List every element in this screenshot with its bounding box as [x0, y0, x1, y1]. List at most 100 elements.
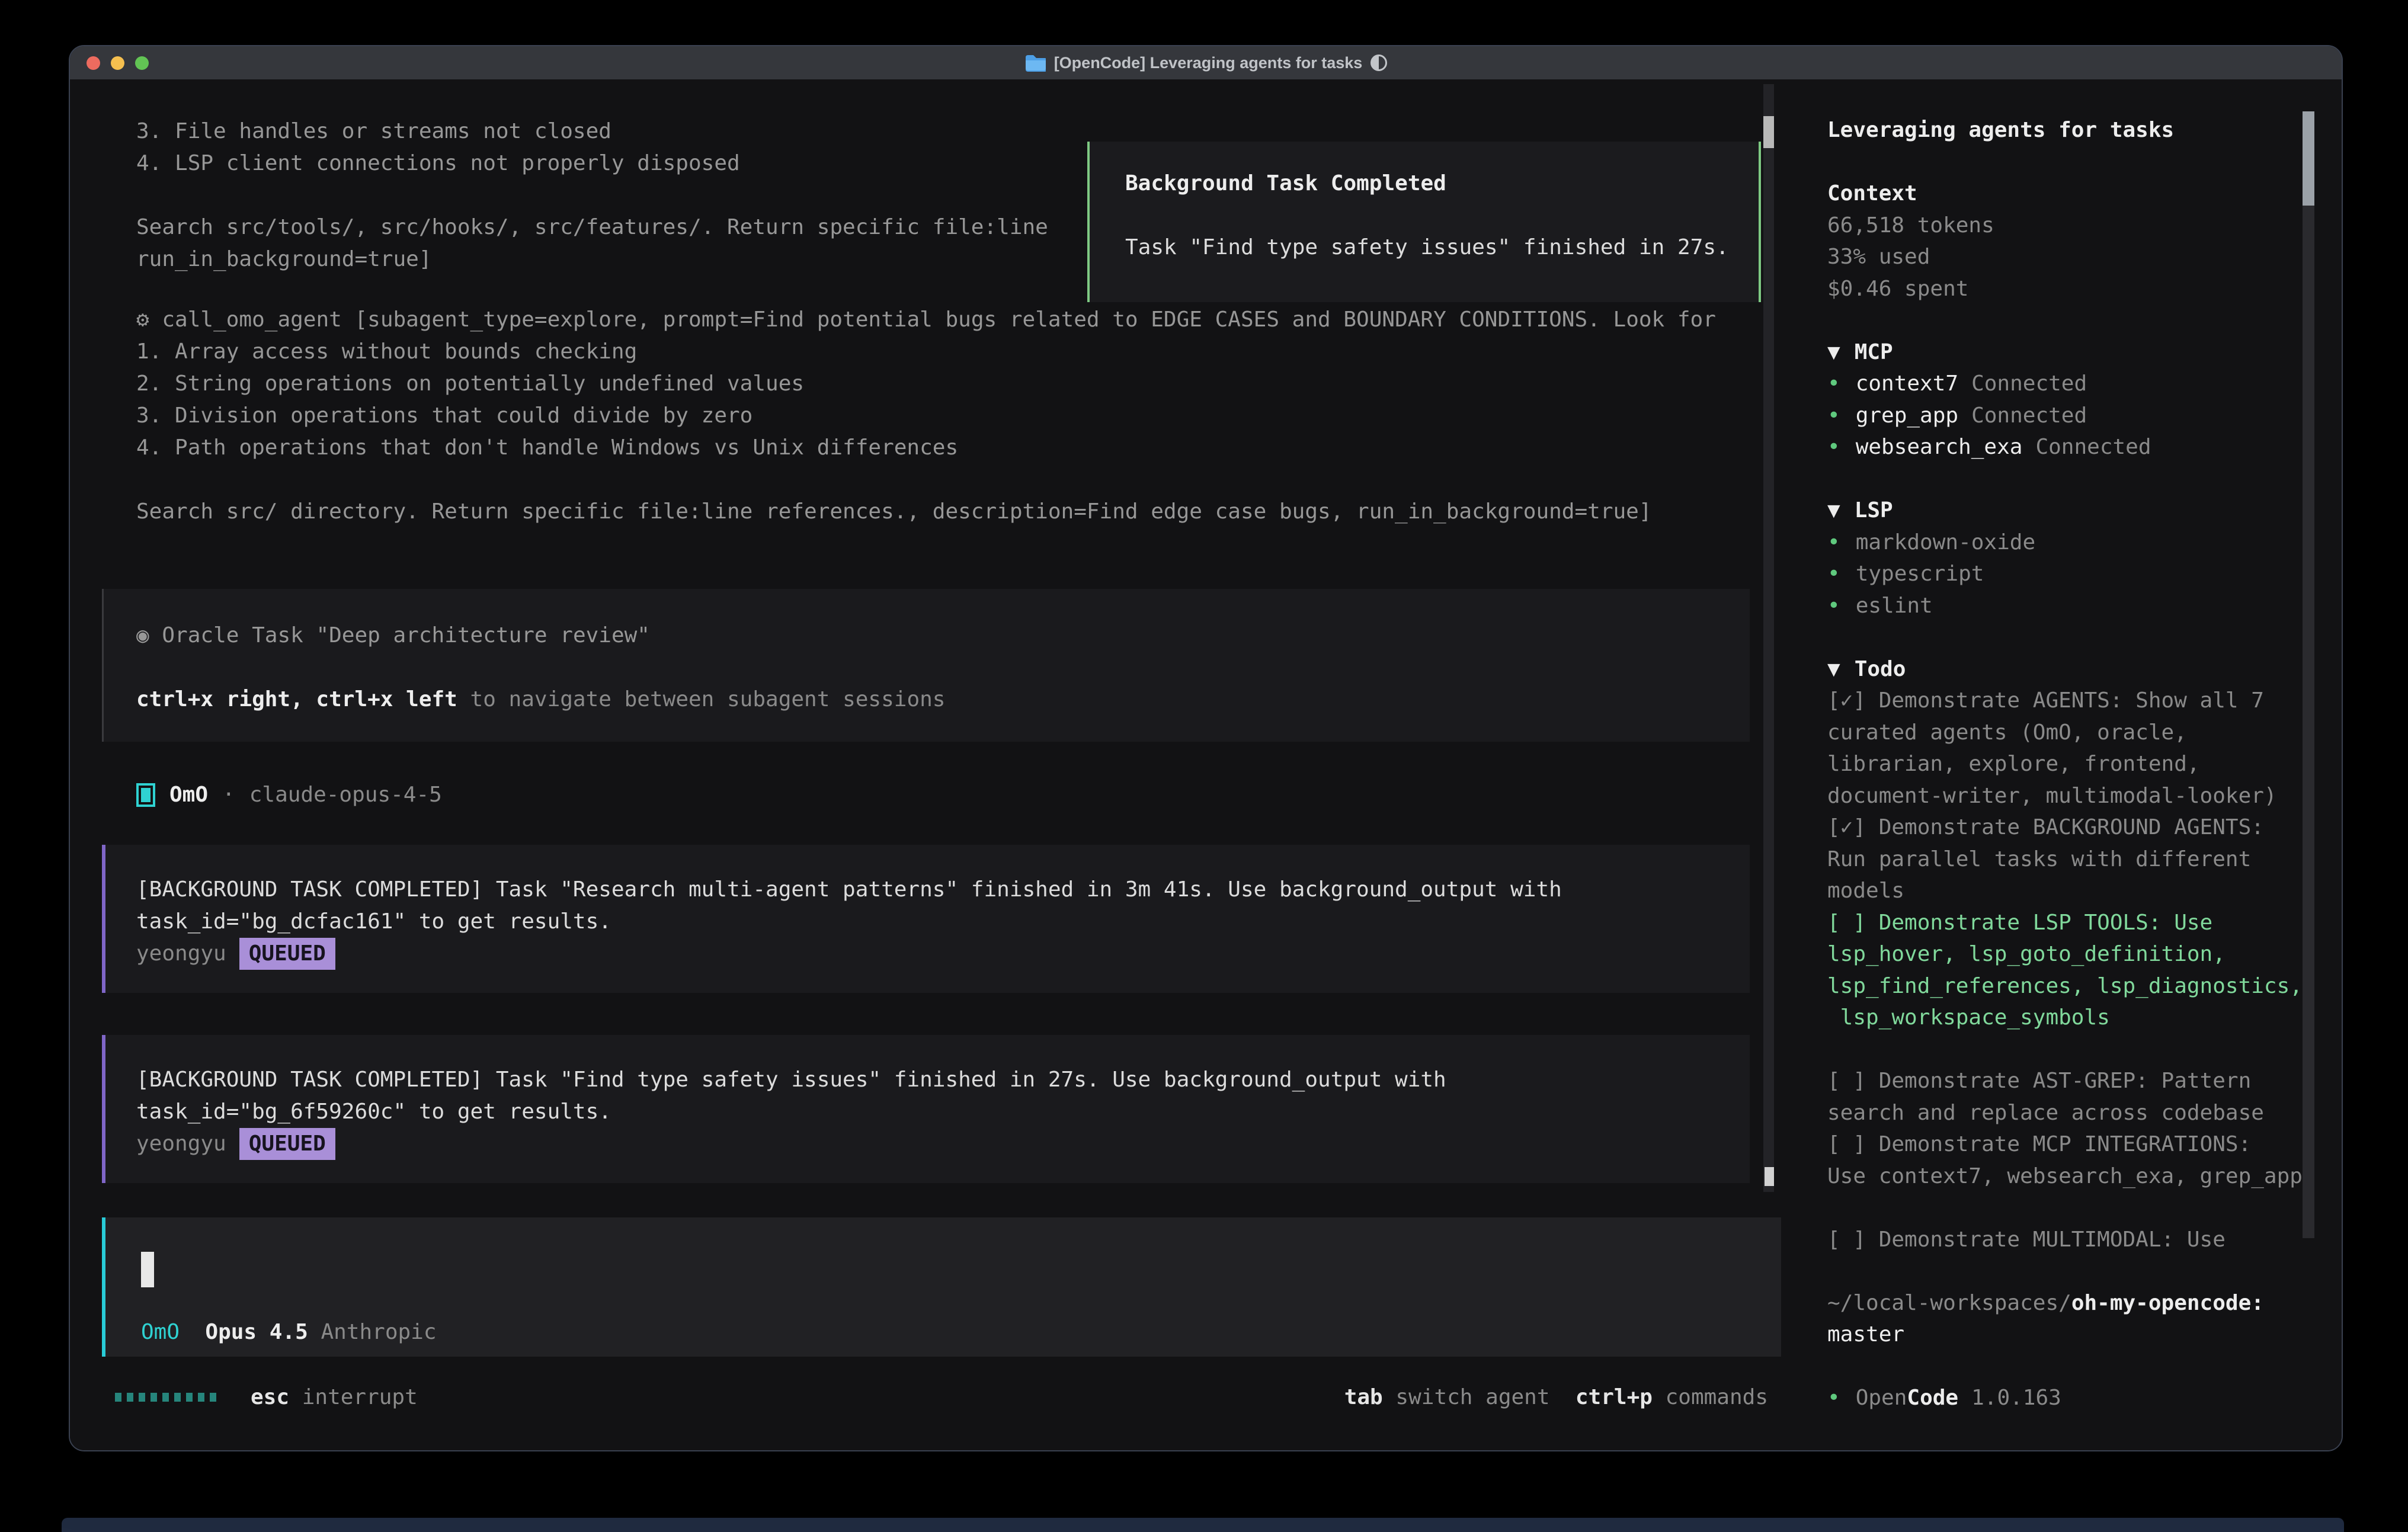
zoom-window-button[interactable]	[135, 56, 149, 70]
blank-line	[1827, 1034, 2303, 1066]
scrollback-line: run_in_background=true]	[136, 243, 1048, 275]
todo-heading: Todo	[1855, 657, 1906, 681]
message-author: yeongyu	[136, 938, 226, 970]
lsp-item-name: eslint	[1856, 594, 1933, 618]
todo-line-pending: [ ] Demonstrate AST-GREP: Pattern	[1827, 1065, 2303, 1097]
workspace-branch: master	[1827, 1319, 2303, 1351]
tab-key-label: switch agent	[1395, 1385, 1549, 1409]
separator-dot: ·	[222, 779, 235, 811]
workspace-repo: oh-my-opencode:	[2071, 1291, 2264, 1315]
main-scrollbar-position-marker[interactable]	[1765, 1167, 1774, 1186]
message-block[interactable]: [BACKGROUND TASK COMPLETED] Task "Resear…	[102, 845, 1750, 993]
tool-call-line: ⚙ call_omo_agent [subagent_type=explore,…	[136, 304, 1716, 336]
activity-dot	[127, 1393, 133, 1402]
oracle-title-line: ◉ Oracle Task "Deep architecture review"	[136, 620, 1750, 652]
lsp-item: •markdown-oxide	[1827, 527, 2303, 559]
status-badge: QUEUED	[239, 1128, 335, 1160]
main-scrollbar-thumb[interactable]	[1763, 116, 1774, 148]
window-titlebar[interactable]: [OpenCode] Leveraging agents for tasks	[70, 46, 2342, 81]
todo-line-pending: [ ] Demonstrate MULTIMODAL: Use	[1827, 1224, 2303, 1256]
oracle-title: Oracle Task "Deep architecture review"	[162, 623, 650, 648]
close-window-button[interactable]	[87, 56, 100, 70]
window-title: [OpenCode] Leveraging agents for tasks	[1054, 54, 1363, 72]
opencode-version: •OpenCode1.0.163	[1827, 1382, 2303, 1414]
blank-line	[1827, 1192, 2303, 1224]
model-selector-line[interactable]: OmO Opus 4.5 Anthropic	[141, 1316, 437, 1348]
activity-dot	[162, 1393, 169, 1402]
message-meta-row: yeongyu QUEUED	[136, 1128, 1750, 1160]
blank-line	[1125, 200, 1723, 232]
todo-line-pending: [ ] Demonstrate MCP INTEGRATIONS:	[1827, 1129, 2303, 1161]
bullet-icon: •	[1827, 435, 1840, 459]
record-icon: ◉	[136, 623, 149, 648]
esc-key-hint[interactable]: esc	[251, 1385, 289, 1409]
todo-line-done: librarian, explore, frontend,	[1827, 748, 2303, 780]
tool-call-item: 2. String operations on potentially unde…	[136, 368, 1716, 400]
status-left: esc interrupt	[115, 1385, 418, 1409]
tab-key-hint[interactable]: tab	[1344, 1385, 1383, 1409]
session-progress-icon	[1370, 55, 1387, 71]
status-badge: QUEUED	[239, 938, 335, 970]
chevron-down-icon: ▼	[1827, 498, 1840, 523]
terminal-content: 3. File handles or streams not closed 4.…	[70, 79, 2342, 1450]
prompt-input[interactable]: OmO Opus 4.5 Anthropic	[102, 1217, 1781, 1357]
session-sidebar: Leveraging agents for tasks Context 66,5…	[1827, 114, 2303, 1414]
activity-dot	[198, 1393, 204, 1402]
blank-line	[1827, 1255, 2303, 1287]
mcp-heading: MCP	[1855, 340, 1893, 364]
todo-line-done: models	[1827, 875, 2303, 907]
oracle-hint-rest: to navigate between subagent sessions	[457, 687, 946, 711]
context-heading: Context	[1827, 178, 2303, 210]
background-window-edge	[62, 1518, 2344, 1532]
mcp-item: •context7Connected	[1827, 368, 2303, 400]
sidebar-scrollbar-thumb[interactable]	[2303, 111, 2314, 206]
todo-line-done: [✓] Demonstrate AGENTS: Show all 7	[1827, 685, 2303, 717]
version-name-bold: Code	[1907, 1386, 1958, 1410]
activity-dot	[150, 1393, 157, 1402]
tool-call-text: call_omo_agent [subagent_type=explore, p…	[162, 307, 1716, 332]
esc-key-label: interrupt	[302, 1385, 418, 1409]
status-right: tab switch agent ctrl+p commands	[1344, 1385, 1768, 1409]
ctrlp-key-hint[interactable]: ctrl+p	[1576, 1385, 1653, 1409]
activity-dot	[174, 1393, 181, 1402]
folder-icon	[1024, 54, 1046, 72]
message-meta-row: yeongyu QUEUED	[136, 938, 1750, 970]
oracle-task-box[interactable]: ◉ Oracle Task "Deep architecture review"…	[102, 589, 1750, 742]
todo-line-done: [✓] Demonstrate BACKGROUND AGENTS:	[1827, 812, 2303, 844]
todo-section-header[interactable]: ▼Todo	[1827, 653, 2303, 685]
tool-call-tail: Search src/ directory. Return specific f…	[136, 496, 1716, 528]
workspace-path: ~/local-workspaces/oh-my-opencode:	[1827, 1287, 2303, 1319]
mcp-item-status: Connected	[1971, 371, 2087, 396]
background-task-toast[interactable]: Background Task Completed Task "Find typ…	[1087, 142, 1761, 302]
blank-line	[1827, 463, 2303, 495]
todo-line-active: [ ] Demonstrate LSP TOOLS: Use	[1827, 907, 2303, 939]
agent-header: OmO · claude-opus-4-5	[136, 779, 442, 811]
activity-dot	[210, 1393, 216, 1402]
mcp-item-name: grep_app	[1856, 403, 1958, 428]
tool-call-item: 4. Path operations that don't handle Win…	[136, 432, 1716, 464]
minimize-window-button[interactable]	[111, 56, 124, 70]
lsp-heading: LSP	[1855, 498, 1893, 523]
traffic-lights	[87, 46, 149, 79]
message-line: [BACKGROUND TASK COMPLETED] Task "Resear…	[136, 874, 1750, 906]
version-name-dim: Open	[1856, 1386, 1907, 1410]
message-author: yeongyu	[136, 1128, 226, 1160]
lsp-section-header[interactable]: ▼ LSP	[1827, 495, 2303, 527]
todo-line-pending: Use context7, websearch_exa, grep_app	[1827, 1161, 2303, 1193]
scrollback-line: Search src/tools/, src/hooks/, src/featu…	[136, 211, 1048, 243]
blank-line	[1827, 305, 2303, 336]
oracle-hint-keys: ctrl+x right, ctrl+x left	[136, 687, 457, 711]
workspace-path-prefix: ~/local-workspaces/	[1827, 1291, 2071, 1315]
tool-call-block: ⚙ call_omo_agent [subagent_type=explore,…	[136, 304, 1716, 528]
bullet-icon: •	[1827, 562, 1840, 586]
lsp-item: •eslint	[1827, 590, 2303, 622]
sidebar-scrollbar-track[interactable]	[2303, 206, 2314, 1238]
mcp-item-status: Connected	[2035, 435, 2151, 459]
agent-name: OmO	[169, 779, 208, 811]
message-block[interactable]: [BACKGROUND TASK COMPLETED] Task "Find t…	[102, 1035, 1750, 1183]
main-scrollbar-track[interactable]	[1763, 84, 1774, 1192]
gear-icon: ⚙	[136, 307, 149, 332]
context-spent: $0.46 spent	[1827, 273, 2303, 305]
scrollback-line: 3. File handles or streams not closed	[136, 116, 1048, 148]
mcp-section-header[interactable]: ▼MCP	[1827, 336, 2303, 368]
